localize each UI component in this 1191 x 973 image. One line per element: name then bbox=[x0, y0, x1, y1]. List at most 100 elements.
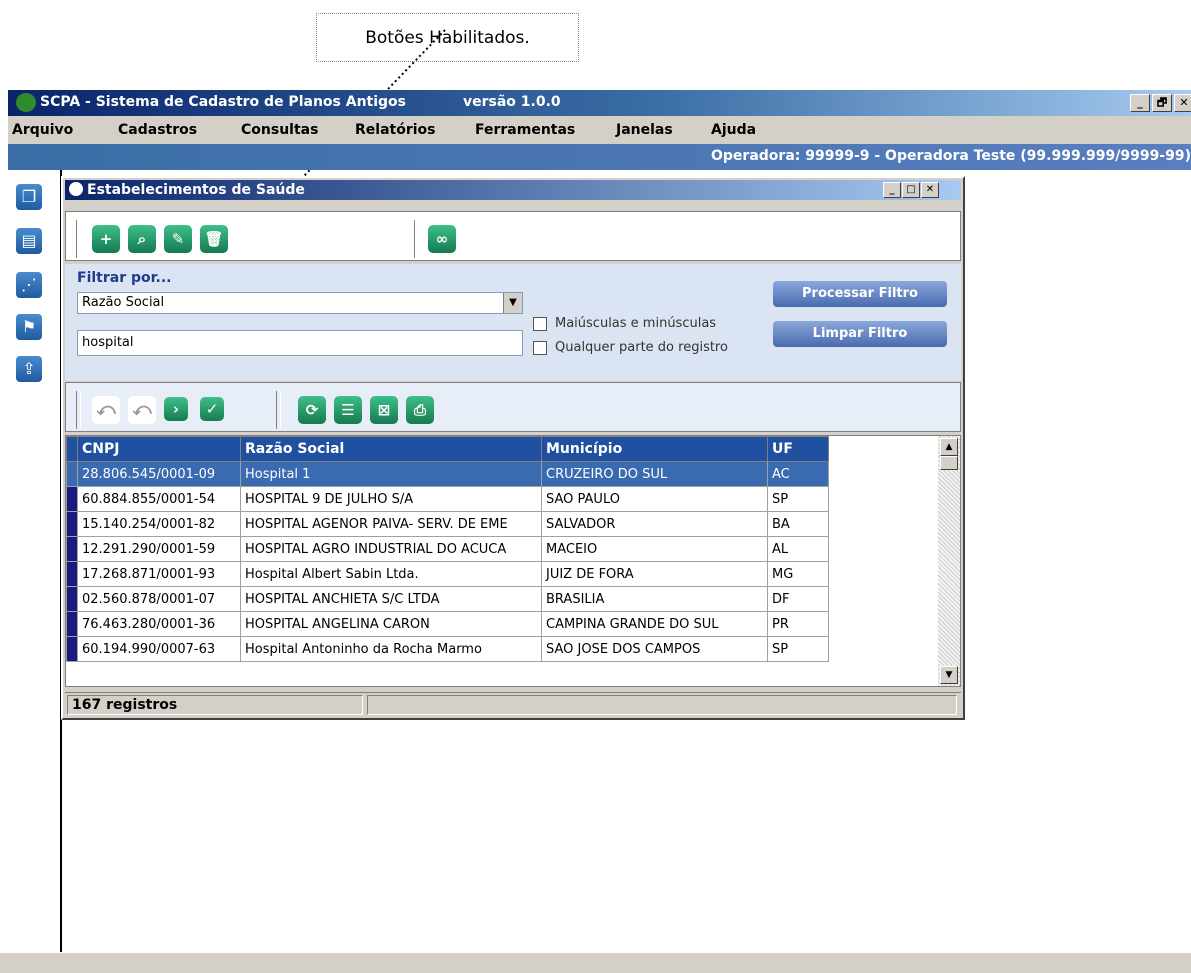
cell-uf[interactable]: SP bbox=[767, 636, 829, 662]
filter-label: Filtrar por... bbox=[77, 270, 172, 286]
menu-janelas[interactable]: Janelas bbox=[616, 122, 673, 138]
cell-razao-social[interactable]: Hospital Antoninho da Rocha Marmo bbox=[240, 636, 542, 662]
minimize-button[interactable]: _ bbox=[1130, 94, 1150, 112]
cell-razao-social[interactable]: Hospital 1 bbox=[240, 461, 542, 487]
copy-icon[interactable]: ❐ bbox=[16, 184, 42, 210]
record-count: 167 registros bbox=[67, 695, 363, 715]
filter-field-value: Razão Social bbox=[82, 295, 165, 310]
cell-municipio[interactable]: CAMPINA GRANDE DO SUL bbox=[541, 611, 768, 637]
toolbar-separator bbox=[76, 391, 81, 429]
refresh-icon[interactable]: ⟳ bbox=[298, 396, 326, 424]
print-icon[interactable]: ⎙ bbox=[406, 396, 434, 424]
child-window: Estabelecimentos de Saúde _ □ ✕ + ⌕ ✎ 🗑 … bbox=[61, 176, 965, 720]
cell-razao-social[interactable]: HOSPITAL ANCHIETA S/C LTDA bbox=[240, 586, 542, 612]
cell-municipio[interactable]: MACEIO bbox=[541, 536, 768, 562]
case-sensitive-checkbox[interactable] bbox=[533, 317, 547, 331]
cell-cnpj[interactable]: 02.560.878/0001-07 bbox=[77, 586, 241, 612]
cell-uf[interactable]: BA bbox=[767, 511, 829, 537]
child-close-button[interactable]: ✕ bbox=[921, 182, 939, 198]
last-record-icon[interactable]: ✓ bbox=[200, 397, 224, 421]
cell-razao-social[interactable]: HOSPITAL 9 DE JULHO S/A bbox=[240, 486, 542, 512]
cell-municipio[interactable]: CRUZEIRO DO SUL bbox=[541, 461, 768, 487]
cell-cnpj[interactable]: 76.463.280/0001-36 bbox=[77, 611, 241, 637]
child-minimize-button[interactable]: _ bbox=[883, 182, 901, 198]
delete-icon[interactable]: 🗑 bbox=[200, 225, 228, 253]
cell-cnpj[interactable]: 15.140.254/0001-82 bbox=[77, 511, 241, 537]
cell-cnpj[interactable]: 60.194.990/0007-63 bbox=[77, 636, 241, 662]
maximize-button[interactable]: 🗗 bbox=[1152, 94, 1172, 112]
filter-text-input[interactable]: hospital bbox=[77, 330, 523, 356]
cell-cnpj[interactable]: 12.291.290/0001-59 bbox=[77, 536, 241, 562]
cell-municipio[interactable]: SAO PAULO bbox=[541, 486, 768, 512]
child-maximize-button[interactable]: □ bbox=[902, 182, 920, 198]
cell-razao-social[interactable]: HOSPITAL AGENOR PAIVA- SERV. DE EME bbox=[240, 511, 542, 537]
table-row[interactable]: 02.560.878/0001-07 HOSPITAL ANCHIETA S/C… bbox=[66, 586, 829, 612]
cell-razao-social[interactable]: HOSPITAL ANGELINA CARON bbox=[240, 611, 542, 637]
clear-filter-button[interactable]: Limpar Filtro bbox=[773, 321, 947, 347]
filter-field-select[interactable]: Razão Social ▼ bbox=[77, 292, 523, 314]
close-button[interactable]: ✕ bbox=[1174, 94, 1191, 112]
next-record-icon[interactable]: › bbox=[164, 397, 188, 421]
table-row[interactable]: 17.268.871/0001-93 Hospital Albert Sabin… bbox=[66, 561, 829, 587]
cell-uf[interactable]: PR bbox=[767, 611, 829, 637]
bookmark-icon[interactable]: ⚑ bbox=[16, 314, 42, 340]
column-municipio[interactable]: Município bbox=[541, 436, 768, 462]
binoculars-icon[interactable]: ∞ bbox=[428, 225, 456, 253]
table-row[interactable]: 76.463.280/0001-36 HOSPITAL ANGELINA CAR… bbox=[66, 611, 829, 637]
record-toolbar: + ⌕ ✎ 🗑 ∞ bbox=[65, 211, 961, 261]
table-row[interactable]: 60.194.990/0007-63 Hospital Antoninho da… bbox=[66, 636, 829, 662]
table-row[interactable]: 12.291.290/0001-59 HOSPITAL AGRO INDUSTR… bbox=[66, 536, 829, 562]
menu-consultas[interactable]: Consultas bbox=[241, 122, 318, 138]
new-record-icon[interactable]: + bbox=[92, 225, 120, 253]
row-indicator bbox=[66, 586, 78, 612]
cell-cnpj[interactable]: 28.806.545/0001-09 bbox=[77, 461, 241, 487]
row-indicator bbox=[66, 461, 78, 487]
row-indicator bbox=[66, 486, 78, 512]
cell-uf[interactable]: AC bbox=[767, 461, 829, 487]
cell-municipio[interactable]: SALVADOR bbox=[541, 511, 768, 537]
cell-uf[interactable]: SP bbox=[767, 486, 829, 512]
first-record-icon[interactable]: ⤺ bbox=[92, 396, 120, 424]
menu-ajuda[interactable]: Ajuda bbox=[711, 122, 756, 138]
menu-arquivo[interactable]: Arquivo bbox=[12, 122, 73, 138]
cell-cnpj[interactable]: 60.884.855/0001-54 bbox=[77, 486, 241, 512]
search-icon[interactable]: ⌕ bbox=[128, 225, 156, 253]
cell-uf[interactable]: DF bbox=[767, 586, 829, 612]
network-icon[interactable]: ⋰ bbox=[16, 272, 42, 298]
scroll-down-icon[interactable]: ▼ bbox=[940, 666, 958, 684]
vertical-scrollbar[interactable]: ▲ ▼ bbox=[938, 436, 960, 686]
previous-record-icon[interactable]: ⤺ bbox=[128, 396, 156, 424]
records-grid[interactable]: CNPJ Razão Social Município UF 28.806.54… bbox=[65, 435, 961, 687]
menu-cadastros[interactable]: Cadastros bbox=[118, 122, 197, 138]
table-row[interactable]: 60.884.855/0001-54 HOSPITAL 9 DE JULHO S… bbox=[66, 486, 829, 512]
cell-uf[interactable]: MG bbox=[767, 561, 829, 587]
edit-icon[interactable]: ✎ bbox=[164, 225, 192, 253]
toolbar-separator bbox=[276, 391, 281, 429]
building-icon[interactable]: ▤ bbox=[16, 228, 42, 254]
cell-razao-social[interactable]: HOSPITAL AGRO INDUSTRIAL DO ACUCA bbox=[240, 536, 542, 562]
process-filter-button[interactable]: Processar Filtro bbox=[773, 281, 947, 307]
cell-municipio[interactable]: SAO JOSE DOS CAMPOS bbox=[541, 636, 768, 662]
column-uf[interactable]: UF bbox=[767, 436, 829, 462]
cell-razao-social[interactable]: Hospital Albert Sabin Ltda. bbox=[240, 561, 542, 587]
scroll-up-icon[interactable]: ▲ bbox=[940, 438, 958, 456]
menu-relatorios[interactable]: Relatórios bbox=[355, 122, 436, 138]
table-row[interactable]: 28.806.545/0001-09 Hospital 1 CRUZEIRO D… bbox=[66, 461, 829, 487]
cell-uf[interactable]: AL bbox=[767, 536, 829, 562]
menu-ferramentas[interactable]: Ferramentas bbox=[475, 122, 575, 138]
export-icon[interactable]: ⇪ bbox=[16, 356, 42, 382]
cell-municipio[interactable]: BRASILIA bbox=[541, 586, 768, 612]
any-part-checkbox[interactable] bbox=[533, 341, 547, 355]
app-version: versão 1.0.0 bbox=[463, 94, 561, 110]
cell-cnpj[interactable]: 17.268.871/0001-93 bbox=[77, 561, 241, 587]
case-sensitive-label: Maiúsculas e minúsculas bbox=[555, 316, 717, 331]
chevron-down-icon[interactable]: ▼ bbox=[503, 293, 522, 313]
app-title: SCPA - Sistema de Cadastro de Planos Ant… bbox=[40, 94, 406, 110]
scroll-thumb[interactable] bbox=[940, 456, 958, 470]
table-row[interactable]: 15.140.254/0001-82 HOSPITAL AGENOR PAIVA… bbox=[66, 511, 829, 537]
select-icon[interactable]: ☰ bbox=[334, 396, 362, 424]
column-cnpj[interactable]: CNPJ bbox=[77, 436, 241, 462]
cell-municipio[interactable]: JUIZ DE FORA bbox=[541, 561, 768, 587]
column-razao-social[interactable]: Razão Social bbox=[240, 436, 542, 462]
excel-export-icon[interactable]: ⊠ bbox=[370, 396, 398, 424]
